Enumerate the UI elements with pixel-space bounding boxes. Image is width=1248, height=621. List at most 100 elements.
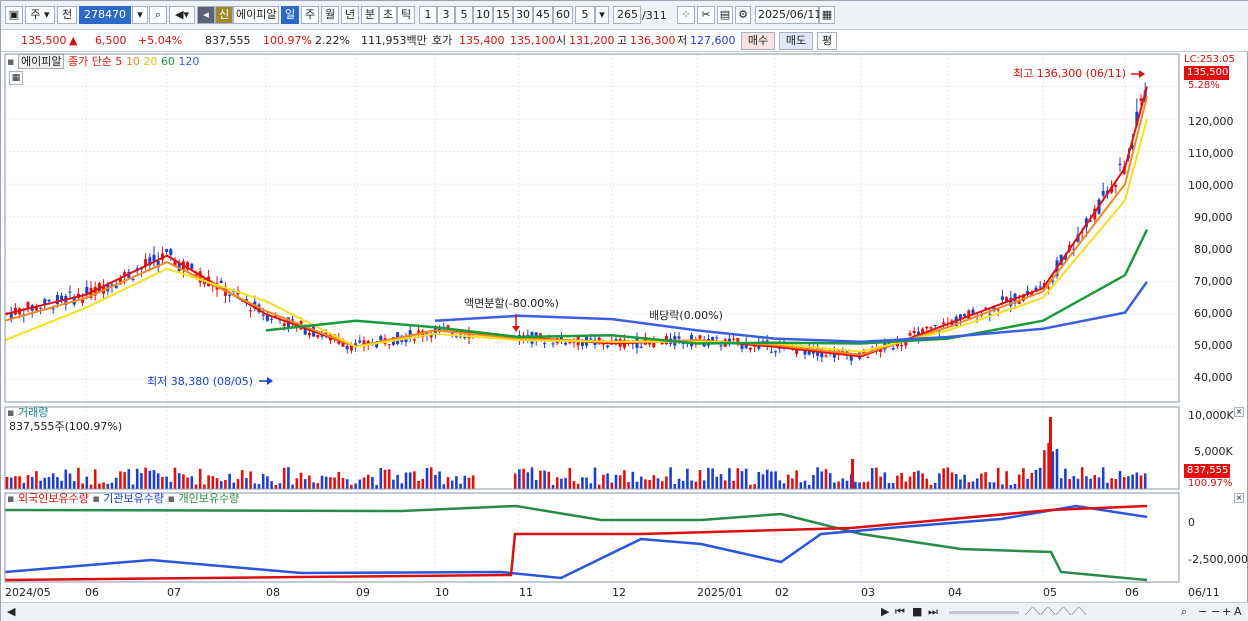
forward-icon[interactable]: ⏭: [928, 605, 938, 619]
legend-ma20[interactable]: 20: [143, 55, 157, 68]
period-tick[interactable]: 틱: [397, 6, 415, 24]
xtick: 06/11: [1188, 586, 1220, 599]
volume-bar: [337, 471, 341, 489]
minus-icon[interactable]: −: [1211, 605, 1220, 619]
num-10[interactable]: 10: [473, 6, 493, 24]
period-month[interactable]: 월: [321, 6, 339, 24]
panel-bullet-icon: ▪: [167, 492, 175, 505]
layout-icon[interactable]: ▣: [5, 6, 23, 24]
close-panel-icon[interactable]: ×: [1234, 493, 1244, 503]
candle-body: [580, 342, 584, 346]
code-input[interactable]: 278470: [79, 6, 131, 24]
eval-button[interactable]: 평: [817, 32, 837, 50]
stop-icon[interactable]: ■: [912, 605, 922, 619]
price-title[interactable]: 에이피알: [17, 54, 65, 69]
mode-select[interactable]: 주 ▾: [25, 6, 55, 24]
volume-bar: [131, 484, 135, 489]
volume-bar: [610, 482, 614, 489]
n-input[interactable]: 5: [575, 6, 595, 24]
speaker-icon[interactable]: ◀▾: [169, 6, 195, 24]
volume-bar: [39, 480, 42, 489]
volume-bar: [5, 477, 9, 489]
volume-bar: [278, 483, 282, 489]
grid-icon[interactable]: ⁘: [677, 6, 695, 24]
legend-institution[interactable]: 기관보유수량: [103, 492, 164, 505]
date-input[interactable]: 2025/06/11: [755, 6, 821, 24]
num-1[interactable]: 1: [419, 6, 437, 24]
n-dropdown-icon[interactable]: ▾: [595, 6, 609, 24]
close-panel-icon[interactable]: ×: [1234, 407, 1244, 417]
num-45[interactable]: 45: [533, 6, 553, 24]
plus-icon[interactable]: +: [1222, 605, 1231, 619]
xtick: 2025/01: [697, 586, 743, 599]
volume-bar: [547, 471, 551, 489]
volume-bar: [917, 470, 920, 489]
count-input[interactable]: 265: [613, 6, 641, 24]
legend-ma10[interactable]: 10: [126, 55, 140, 68]
zoom-out-icon[interactable]: −: [1198, 605, 1207, 619]
gear-icon[interactable]: ⚙: [735, 6, 751, 24]
volume-bar: [119, 471, 122, 489]
table-icon[interactable]: ▦: [9, 71, 23, 85]
prev-button[interactable]: 전: [57, 6, 77, 24]
num-3[interactable]: 3: [437, 6, 455, 24]
num-30[interactable]: 30: [513, 6, 533, 24]
volume-bar: [891, 483, 895, 489]
volume-bar: [471, 475, 475, 489]
num-60[interactable]: 60: [553, 6, 573, 24]
volume-bar: [555, 477, 559, 489]
zoom-icon[interactable]: ⌕: [1181, 605, 1187, 619]
zoom-slider[interactable]: [949, 611, 1019, 614]
scroll-left-icon[interactable]: ◀: [7, 605, 15, 619]
bottom-scrollbar[interactable]: ◀ ▶ ⏮ ■ ⏭ ⟋⟍⟋⟍⟋⟍⟋⟍ ⌕ − − + A: [1, 602, 1248, 621]
volume-bar: [299, 472, 303, 489]
save-icon[interactable]: ▤: [717, 6, 733, 24]
calendar-icon[interactable]: ▦: [819, 6, 835, 24]
candle-body: [942, 322, 946, 325]
legend-ma5[interactable]: 종가 단순 5: [68, 55, 122, 68]
num-15[interactable]: 15: [493, 6, 513, 24]
code-dropdown-icon[interactable]: ▾: [132, 6, 148, 24]
quote-turnover: 2.22%: [315, 34, 350, 47]
candle-body: [677, 336, 681, 339]
volume-bar: [732, 480, 735, 489]
legend-ma120[interactable]: 120: [178, 55, 199, 68]
scroll-right-icon[interactable]: ▶: [881, 605, 889, 619]
buy-button[interactable]: 매수: [741, 32, 775, 50]
volume-bar: [400, 483, 404, 489]
volume-bar: [455, 476, 458, 489]
period-week[interactable]: 주: [301, 6, 319, 24]
volume-bar: [329, 477, 332, 489]
legend-ma60[interactable]: 60: [161, 55, 175, 68]
font-size-icon[interactable]: A: [1234, 605, 1242, 619]
volume-bar: [425, 467, 429, 489]
quote-bid: 135,100: [510, 34, 556, 47]
xtick: 09: [356, 586, 370, 599]
nav-left-icon[interactable]: ◂: [197, 6, 215, 24]
period-minute[interactable]: 분: [361, 6, 379, 24]
panel-bullet-icon: ▪: [7, 492, 15, 505]
volume-bar: [967, 482, 971, 489]
num-5[interactable]: 5: [455, 6, 473, 24]
volume-bar: [896, 475, 899, 489]
volume-bar: [534, 479, 538, 489]
period-day[interactable]: 일: [281, 6, 299, 24]
period-year[interactable]: 년: [341, 6, 359, 24]
volume-bar: [245, 478, 248, 489]
tools-icon[interactable]: ✂: [697, 6, 715, 24]
search-icon[interactable]: ⌕: [149, 6, 167, 24]
volume-title-text[interactable]: 거래량: [18, 406, 48, 419]
candle-body: [963, 314, 967, 317]
chart-window: ▣ 주 ▾ 전 278470 ▾ ⌕ ◀▾ ◂ 신 에이피알 일 주 월 년 분…: [0, 0, 1248, 621]
sell-button[interactable]: 매도: [779, 32, 813, 50]
legend-foreign[interactable]: 외국인보유수량: [18, 492, 89, 505]
period-second[interactable]: 초: [379, 6, 397, 24]
panel-frame: [4, 53, 1180, 403]
legend-individual[interactable]: 개인보유수량: [178, 492, 239, 505]
candle-body: [606, 345, 610, 348]
draw-tools-icon[interactable]: ⟋⟍⟋⟍⟋⟍⟋⟍: [1025, 605, 1087, 619]
rewind-icon[interactable]: ⏮: [895, 605, 905, 619]
volume-bar: [1118, 471, 1122, 489]
top-toolbar: ▣ 주 ▾ 전 278470 ▾ ⌕ ◀▾ ◂ 신 에이피알 일 주 월 년 분…: [1, 1, 1248, 30]
volume-bar: [950, 472, 954, 489]
